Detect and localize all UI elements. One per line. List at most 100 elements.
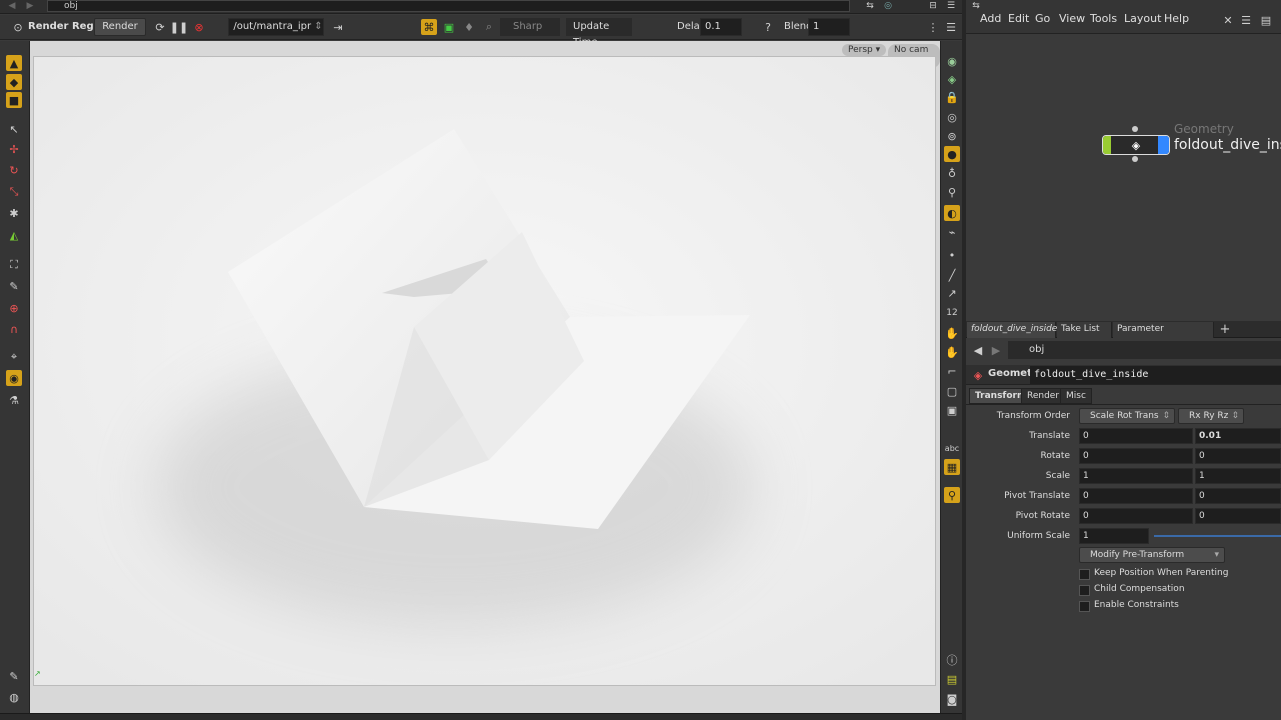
uniform-scale-field[interactable]: 1 [1079, 528, 1149, 544]
update-time-field[interactable]: Update Time [566, 18, 632, 48]
help-icon[interactable]: ? [760, 19, 776, 35]
panel-menu-icon[interactable]: ☰ [943, 0, 959, 14]
hand-icon[interactable]: ✋ [944, 325, 960, 341]
vertex-number-icon[interactable]: 12 [944, 305, 960, 321]
tab-parameter-spreadsheet[interactable]: Parameter Spreadsheet × [1113, 322, 1214, 349]
snap-icon[interactable]: ⌖ [6, 349, 22, 365]
preview-icon[interactable]: ♦ [461, 19, 477, 35]
background-image-icon[interactable]: ▦ [944, 459, 960, 475]
pin-light-icon[interactable]: ⚲ [944, 487, 960, 503]
scale-x-field[interactable]: 1 [1079, 468, 1193, 484]
link-icon[interactable]: ◎ [880, 0, 896, 14]
sharp-dropdown[interactable]: Sharp [500, 18, 560, 36]
lock-camera-icon[interactable]: ⌘ [421, 19, 437, 35]
output-driver-field[interactable]: /out/mantra_ipr ⇕ [228, 18, 324, 36]
delay-field[interactable]: 0.1 [700, 18, 742, 36]
transform-order-dropdown[interactable]: Scale Rot Trans ⇕ [1079, 408, 1175, 424]
param-forward-icon[interactable]: ▶ [988, 342, 1004, 358]
text-label-icon[interactable]: abc [944, 440, 960, 456]
pivot-translate-x-field[interactable]: 0 [1079, 488, 1193, 504]
screenshot-icon[interactable]: ◙ [944, 691, 960, 707]
zoom-icon[interactable]: ⌕ [481, 19, 497, 35]
child-compensation-checkbox[interactable] [1079, 585, 1090, 596]
persp-menu[interactable]: Persp ▾ [842, 44, 887, 56]
square-icon[interactable]: ▣ [944, 402, 960, 418]
menu-tools[interactable]: Tools [1090, 12, 1117, 25]
pose-tool-icon[interactable]: ✱ [6, 205, 22, 221]
param-path-field[interactable]: obj [1008, 341, 1281, 359]
modify-pre-transform-dropdown[interactable]: Modify Pre-Transform ▾ [1079, 547, 1225, 563]
translate-y-field[interactable]: 0.01 [1195, 428, 1281, 444]
blend-field[interactable]: 1 [808, 18, 850, 36]
keep-position-checkbox[interactable] [1079, 569, 1090, 580]
light-link-icon[interactable]: ⚲ [944, 184, 960, 200]
isolate-icon[interactable]: ◎ [944, 109, 960, 125]
tab-parameters[interactable]: foldout_dive_inside × [967, 322, 1057, 349]
uniform-scale-slider[interactable] [1154, 535, 1281, 537]
menu-view[interactable]: View [1059, 12, 1085, 25]
node-name-field[interactable]: foldout_dive_inside [1030, 366, 1281, 384]
node-info-icon[interactable]: ▤ [1258, 12, 1274, 28]
menu-help[interactable]: Help [1164, 12, 1189, 25]
list-view-icon[interactable]: ☰ [1238, 12, 1254, 28]
ghost-icon[interactable]: ◈ [944, 71, 960, 87]
translate-x-field[interactable]: 0 [1079, 428, 1193, 444]
box-icon[interactable]: ▢ [944, 383, 960, 399]
rotate-tool-icon[interactable]: ↻ [6, 162, 22, 178]
menu-edit[interactable]: Edit [1008, 12, 1029, 25]
brush-tool-icon[interactable]: ✎ [6, 278, 22, 294]
menu-go[interactable]: Go [1035, 12, 1050, 25]
light-icon[interactable]: ● [944, 146, 960, 162]
param-tab-render[interactable]: Render [1021, 388, 1066, 404]
visibility-icon[interactable]: ◉ [944, 53, 960, 69]
viewer-path-field[interactable]: obj [47, 0, 850, 12]
tab-take-list[interactable]: Take List × [1057, 322, 1112, 349]
light-bulb-icon[interactable]: ♁ [944, 165, 960, 181]
scale-y-field[interactable]: 1 [1195, 468, 1281, 484]
handle-tool-icon[interactable]: ◭ [6, 227, 22, 243]
pin-icon[interactable]: ⇆ [862, 0, 878, 14]
snapshot-icon[interactable]: ▣ [441, 19, 457, 35]
scale-handle-icon[interactable]: ⊕ [6, 300, 22, 316]
render-menu-icon[interactable]: ☰ [943, 19, 959, 35]
object-mode-icon[interactable]: ◆ [6, 74, 22, 90]
shading-icon[interactable]: ◐ [944, 205, 960, 221]
driver-jump-icon[interactable]: ⇥ [330, 19, 346, 35]
lock-icon[interactable]: 🔒 [944, 89, 960, 105]
rotate-x-field[interactable]: 0 [1079, 448, 1193, 464]
edge-icon[interactable]: ╱ [944, 267, 960, 283]
rotate-order-dropdown[interactable]: Rx Ry Rz ⇕ [1178, 408, 1244, 424]
network-canvas[interactable]: ◈ Geometry foldout_dive_insi [966, 34, 1281, 316]
pointer-icon[interactable]: ↖ [6, 121, 22, 137]
pause-icon[interactable]: ❚❚ [170, 19, 188, 35]
tools-icon[interactable]: ✕ [1220, 12, 1236, 28]
render-button[interactable]: Render [94, 18, 146, 36]
scale-tool-icon[interactable]: ⤡ [6, 184, 22, 200]
hand-alt-icon[interactable]: ✋ [944, 344, 960, 360]
render-view-icon[interactable]: ◉ [6, 370, 22, 386]
render-settings-icon[interactable]: ⚗ [6, 392, 22, 408]
zoom-view-icon[interactable]: ⊚ [944, 128, 960, 144]
pivot-rotate-y-field[interactable]: 0 [1195, 508, 1281, 524]
render-options-icon[interactable]: ⋮ [925, 19, 941, 35]
stop-icon[interactable]: ⊗ [191, 19, 207, 35]
select-mode-icon[interactable]: ▲ [6, 55, 22, 71]
pivot-translate-y-field[interactable]: 0 [1195, 488, 1281, 504]
refresh-icon[interactable]: ⟳ [152, 19, 168, 35]
flipbook-icon[interactable]: ▤ [944, 671, 960, 687]
geometry-node[interactable]: ◈ [1102, 126, 1172, 162]
forward-arrow-icon[interactable]: ▶ [22, 0, 38, 14]
info-icon[interactable]: ⓘ [944, 652, 960, 668]
view-tool-icon[interactable]: ⛶ [6, 257, 22, 273]
display-options-icon[interactable]: ✎ [6, 668, 22, 684]
node-name-label[interactable]: foldout_dive_insi [1174, 137, 1281, 153]
pivot-rotate-x-field[interactable]: 0 [1079, 508, 1193, 524]
point-icon[interactable]: • [944, 247, 960, 263]
render-viewport[interactable]: Persp ▾ No cam ▾ [30, 41, 940, 713]
param-back-icon[interactable]: ◀ [970, 342, 986, 358]
split-icon[interactable]: ⊟ [925, 0, 941, 14]
add-tab-icon[interactable]: + [1217, 321, 1233, 337]
wire-icon[interactable]: ⌁ [944, 224, 960, 240]
param-tab-misc[interactable]: Misc [1060, 388, 1092, 404]
normal-icon[interactable]: ↗ [944, 285, 960, 301]
